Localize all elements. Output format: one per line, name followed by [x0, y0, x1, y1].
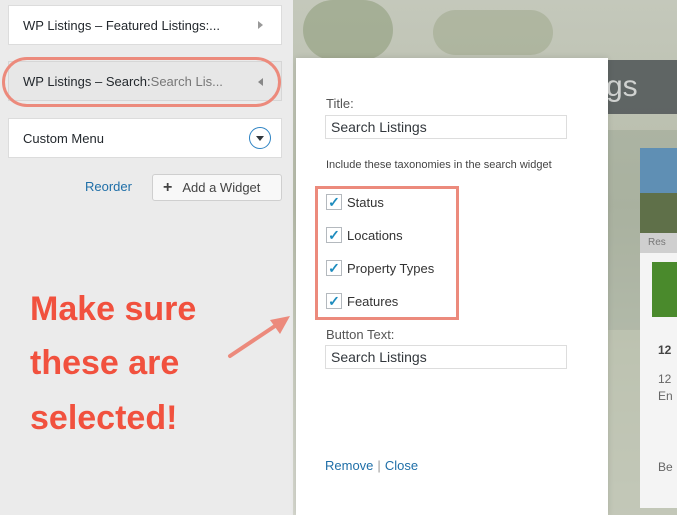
plus-icon: + [163, 178, 173, 196]
site-logo-fragment: gs [602, 60, 677, 114]
listing-card-photo [640, 148, 677, 233]
button-text-input[interactable] [325, 345, 567, 369]
expand-arrow-icon[interactable] [258, 21, 263, 29]
annotation-line: selected! [30, 398, 178, 437]
remove-link[interactable]: Remove [325, 458, 373, 473]
background-foliage [303, 0, 393, 60]
listing-status-text: Res [648, 237, 666, 248]
widget-title: WP Listings – Featured Listings:... [23, 17, 221, 33]
checkbox[interactable]: ✓ [326, 293, 342, 309]
reorder-link[interactable]: Reorder [85, 179, 132, 194]
background-foliage [433, 10, 553, 55]
close-link[interactable]: Close [385, 458, 418, 473]
taxonomy-checkbox-locations[interactable]: ✓ Locations [326, 227, 403, 243]
checkmark-icon: ✓ [328, 293, 340, 309]
widgets-sidebar: WP Listings – Featured Listings:... WP L… [0, 0, 293, 515]
checkbox[interactable]: ✓ [326, 227, 342, 243]
checkbox[interactable]: ✓ [326, 260, 342, 276]
annotation-arrow-icon [228, 316, 290, 358]
listing-status-tag: Res [640, 233, 677, 253]
taxonomy-checkbox-property-types[interactable]: ✓ Property Types [326, 260, 434, 276]
search-widget-form: Title: Include these taxonomies in the s… [296, 58, 608, 515]
widget-control-links: Remove | Close [325, 458, 418, 473]
taxonomy-label: Status [347, 194, 384, 210]
widget-featured-listings[interactable]: WP Listings – Featured Listings:... [8, 5, 282, 45]
link-separator: | [377, 458, 381, 473]
checkbox[interactable]: ✓ [326, 194, 342, 210]
listing-address-text: 12 [658, 372, 672, 386]
checkmark-icon: ✓ [328, 227, 340, 243]
taxonomy-label: Property Types [347, 260, 435, 276]
listing-price-text: 12 [658, 343, 672, 357]
title-input[interactable] [325, 115, 567, 139]
title-label: Title: [326, 96, 354, 111]
checkmark-icon: ✓ [328, 260, 340, 276]
taxonomy-checkbox-status[interactable]: ✓ Status [326, 194, 384, 210]
taxonomy-label: Locations [347, 227, 403, 243]
button-text-label: Button Text: [326, 327, 395, 342]
taxonomy-checkbox-features[interactable]: ✓ Features [326, 293, 398, 309]
add-widget-button[interactable]: + Add a Widget [152, 174, 282, 201]
listing-price-tag [652, 262, 677, 317]
highlight-oval [2, 57, 281, 107]
listing-city-text: En [658, 389, 673, 403]
taxonomy-help-text: Include these taxonomies in the search w… [326, 159, 552, 171]
chevron-down-icon[interactable] [249, 127, 271, 149]
widget-title: Custom Menu [23, 130, 104, 146]
checkmark-icon: ✓ [328, 194, 340, 210]
annotation-callout: Make sure these are selected! [30, 282, 280, 445]
site-logo-text: gs [606, 70, 638, 103]
taxonomy-label: Features [347, 293, 399, 309]
listing-beds-text: Be [658, 460, 673, 474]
add-widget-label: Add a Widget [182, 180, 261, 195]
widget-custom-menu[interactable]: Custom Menu [8, 118, 282, 158]
